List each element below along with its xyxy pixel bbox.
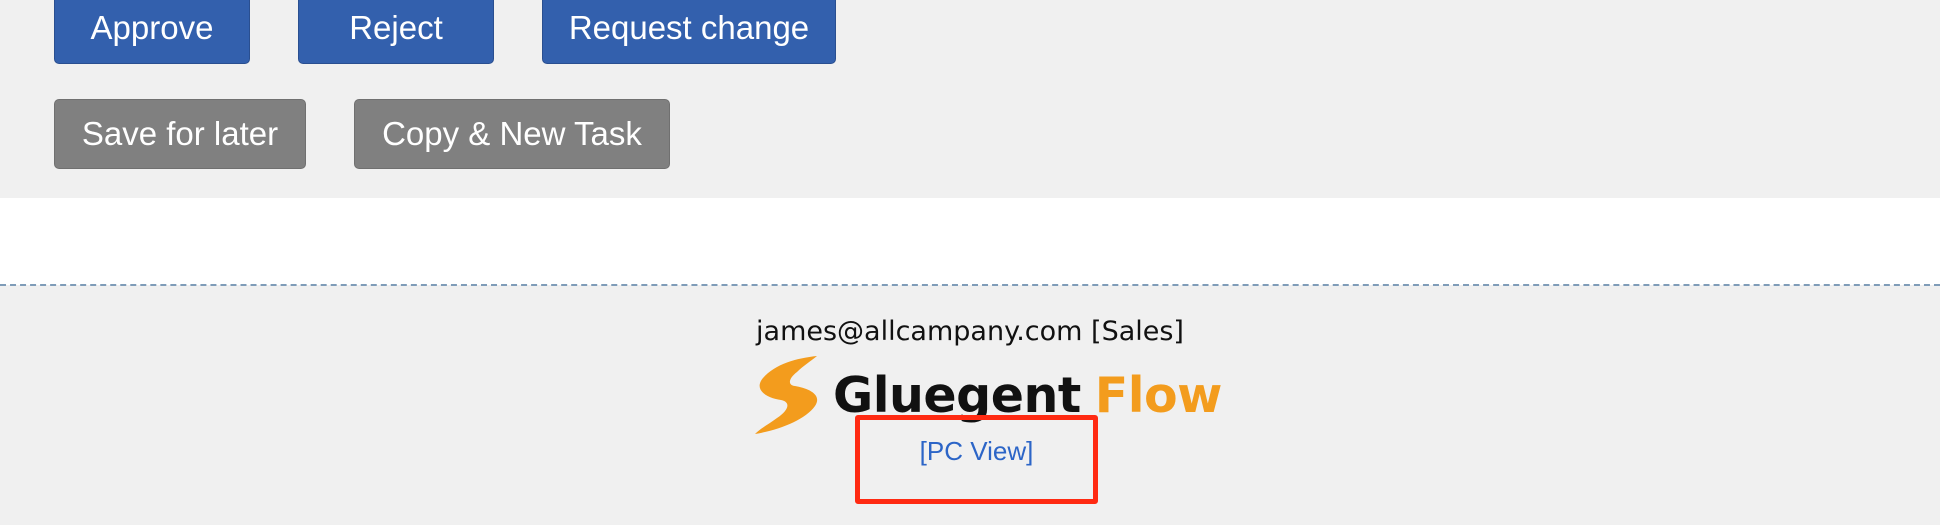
pc-view-link[interactable]: [PC View]	[855, 436, 1098, 467]
logo-word-flow: Flow	[1094, 366, 1223, 424]
reject-button[interactable]: Reject	[298, 0, 494, 64]
content-spacer	[0, 198, 1940, 285]
footer: james@allcampany.com [Sales] Gluegent Flo…	[0, 286, 1940, 525]
action-button-area: Approve Reject Request change Save for l…	[0, 0, 1940, 198]
request-change-button[interactable]: Request change	[542, 0, 836, 64]
save-for-later-button[interactable]: Save for later	[54, 99, 306, 169]
user-info: james@allcampany.com [Sales]	[756, 316, 1184, 347]
gluegent-flow-logo-icon	[755, 356, 818, 434]
approve-button[interactable]: Approve	[54, 0, 250, 64]
copy-new-task-button[interactable]: Copy & New Task	[354, 99, 670, 169]
